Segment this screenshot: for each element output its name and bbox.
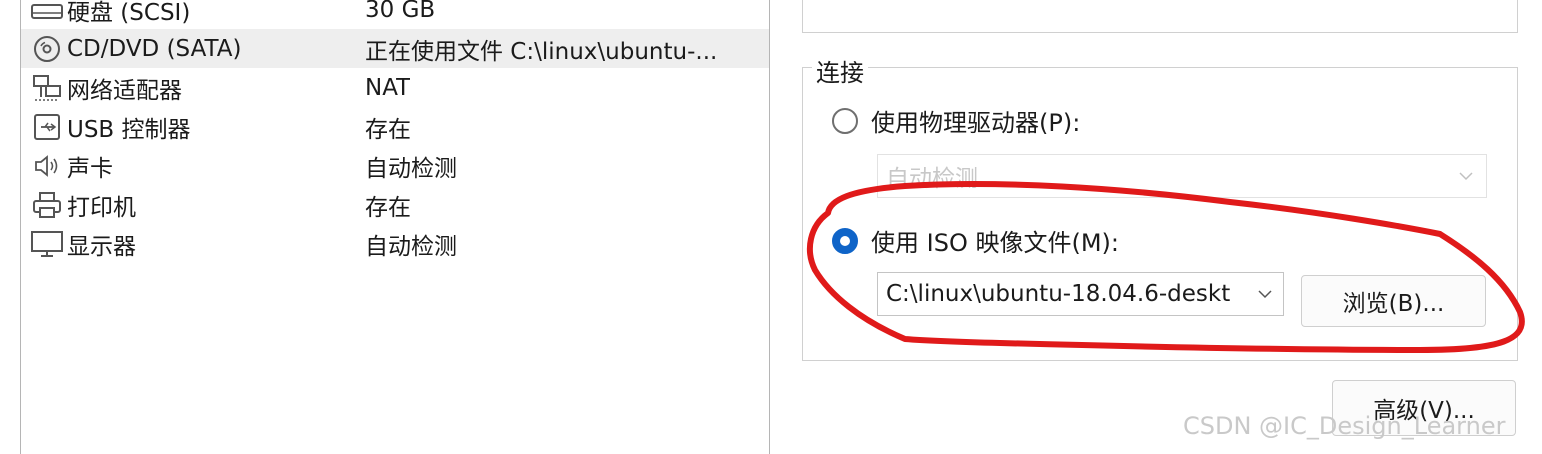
iso-image-label: 使用 ISO 映像文件(M): (871, 229, 1119, 257)
cd-dvd-icon (29, 31, 65, 67)
device-name: USB 控制器 (67, 116, 191, 143)
device-summary: 存在 (365, 116, 411, 143)
connection-group-title: 连接 (812, 53, 868, 88)
device-row-display[interactable]: 显示器 自动检测 (21, 224, 769, 263)
device-status-group (802, 0, 1518, 33)
device-row-printer[interactable]: 打印机 存在 (21, 185, 769, 224)
device-name: CD/DVD (SATA) (67, 35, 242, 62)
device-row-cd-dvd[interactable]: CD/DVD (SATA) 正在使用文件 C:\linux\ubuntu-... (21, 29, 769, 68)
physical-drive-radio[interactable] (832, 107, 858, 134)
network-adapter-icon (29, 70, 65, 106)
display-icon (29, 226, 65, 262)
chevron-down-icon (1458, 168, 1474, 184)
physical-drive-select[interactable]: 自动检测 (877, 154, 1487, 198)
csdn-watermark: CSDN @IC_Design_Learner (1183, 412, 1506, 440)
use-physical-drive-option[interactable]: 使用物理驱动器(P): (832, 103, 1080, 138)
device-summary: 30 GB (365, 0, 436, 23)
device-row-network-adapter[interactable]: 网络适配器 NAT (21, 68, 769, 107)
use-iso-image-option[interactable]: 使用 ISO 映像文件(M): (832, 223, 1119, 258)
printer-icon (29, 187, 65, 223)
device-summary: 自动检测 (365, 155, 457, 182)
sound-card-icon (29, 148, 65, 184)
iso-image-radio[interactable] (832, 227, 858, 254)
device-summary: 正在使用文件 C:\linux\ubuntu-... (365, 38, 718, 65)
device-list: 硬盘 (SCSI) 30 GB CD/DVD (SATA) 正在使用文件 C:\… (20, 0, 770, 454)
device-summary: NAT (365, 74, 411, 101)
device-name: 网络适配器 (67, 77, 182, 104)
device-name: 显示器 (67, 233, 136, 260)
physical-drive-select-value: 自动检测 (886, 166, 978, 192)
vm-settings-window: 硬盘 (SCSI) 30 GB CD/DVD (SATA) 正在使用文件 C:\… (0, 0, 1542, 454)
device-row-hard-disk[interactable]: 硬盘 (SCSI) 30 GB (21, 0, 769, 29)
device-name: 打印机 (67, 194, 136, 221)
usb-controller-icon (29, 109, 65, 145)
iso-path-value: C:\linux\ubuntu-18.04.6-deskt (886, 281, 1231, 307)
device-row-sound-card[interactable]: 声卡 自动检测 (21, 146, 769, 185)
physical-drive-label: 使用物理驱动器(P): (871, 109, 1081, 137)
device-name: 硬盘 (SCSI) (67, 0, 191, 26)
browse-button[interactable]: 浏览(B)... (1301, 275, 1486, 327)
device-row-usb-controller[interactable]: USB 控制器 存在 (21, 107, 769, 146)
device-name: 声卡 (67, 155, 113, 182)
device-summary: 自动检测 (365, 233, 457, 260)
iso-path-combobox[interactable]: C:\linux\ubuntu-18.04.6-deskt (877, 272, 1284, 316)
hard-disk-icon (29, 0, 65, 28)
chevron-down-icon (1257, 286, 1273, 302)
device-summary: 存在 (365, 194, 411, 221)
